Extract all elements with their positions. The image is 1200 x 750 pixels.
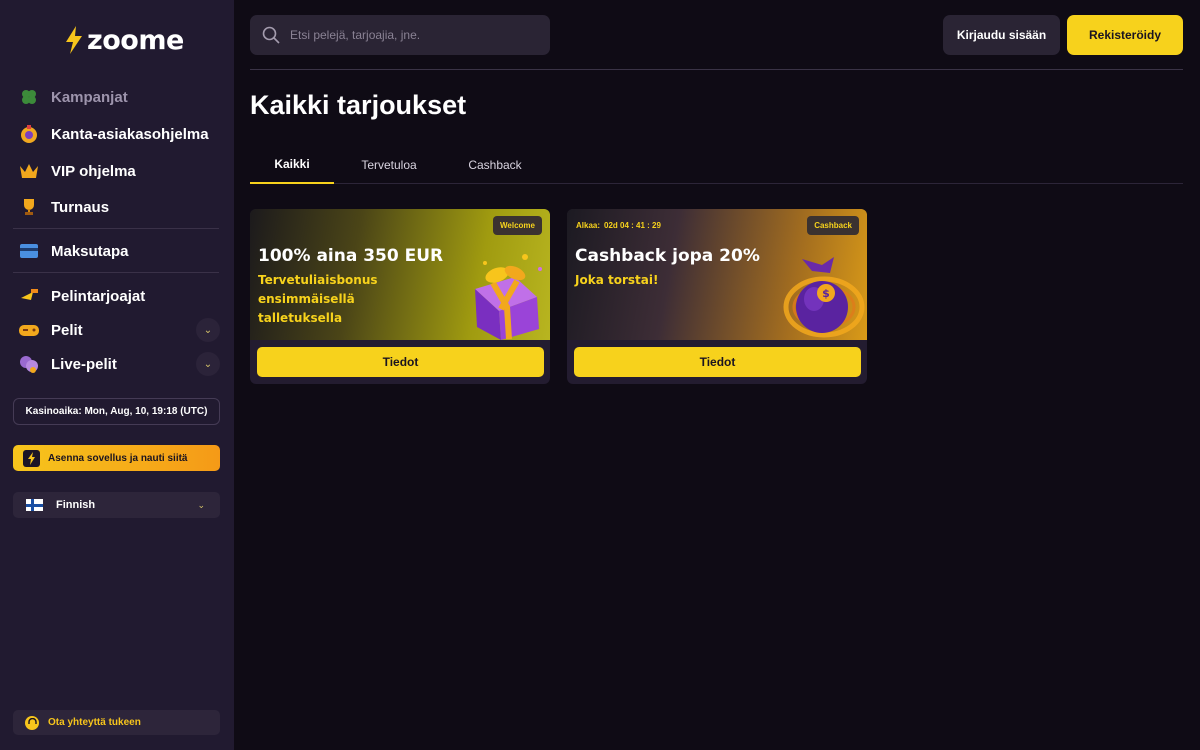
bolt-icon	[66, 26, 82, 54]
sidebar-item-label: Pelintarjoajat	[51, 287, 146, 305]
sidebar-item-vip[interactable]: VIP ohjelma	[18, 156, 220, 186]
offer-card: Alkaa: 02d 04 : 41 : 29 Cashback Cashback…	[567, 209, 867, 384]
header-divider	[250, 69, 1183, 70]
offer-title: Cashback jopa 20%	[575, 246, 760, 266]
search-input[interactable]	[290, 28, 530, 42]
sidebar-item-turnaus[interactable]: Turnaus	[18, 192, 220, 222]
sidebar-item-label: Turnaus	[51, 198, 110, 216]
finland-flag-icon	[26, 499, 43, 511]
sidebar-item-pelintarjoajat[interactable]: Pelintarjoajat	[18, 281, 220, 311]
headset-icon	[25, 715, 39, 730]
search-bar[interactable]	[250, 15, 550, 55]
bolt-icon	[23, 449, 40, 467]
svg-text:$: $	[822, 287, 830, 300]
login-button[interactable]: Kirjaudu sisään	[943, 15, 1060, 55]
sidebar-item-label: Kanta-asiakasohjelma	[51, 125, 209, 143]
details-button[interactable]: Tiedot	[257, 347, 544, 377]
sidebar-item-label: Live-pelit	[51, 355, 117, 373]
providers-icon	[18, 285, 40, 307]
sidebar-item-maksutapa[interactable]: Maksutapa	[18, 236, 220, 266]
chevron-down-icon: ⌄	[197, 499, 205, 510]
sidebar-item-label: Maksutapa	[51, 242, 129, 260]
install-app-button[interactable]: Asenna sovellus ja nauti siitä	[13, 445, 220, 471]
language-select[interactable]: Finnish ⌄	[13, 492, 220, 518]
clover-icon	[18, 86, 40, 108]
support-label: Ota yhteyttä tukeen	[48, 717, 141, 728]
gift-box-icon	[475, 254, 542, 340]
page-title: Kaikki tarjoukset	[250, 90, 467, 120]
language-label: Finnish	[56, 499, 96, 511]
offer-banner: Welcome 100% aina 350 EUR Tervetuliaisbo…	[250, 209, 550, 340]
offer-card: Welcome 100% aina 350 EUR Tervetuliaisbo…	[250, 209, 550, 384]
sidebar: zoome Kampanjat Kanta-asiakasohjelma VIP…	[0, 0, 234, 750]
details-button[interactable]: Tiedot	[574, 347, 861, 377]
offer-subtitle: Joka torstai!	[575, 273, 659, 287]
register-button[interactable]: Rekisteröidy	[1067, 15, 1183, 55]
chevron-down-icon[interactable]: ⌄	[196, 318, 220, 342]
gamepad-icon	[18, 319, 40, 341]
live-icon	[18, 353, 40, 375]
sidebar-item-kanta-asiakasohjelma[interactable]: Kanta-asiakasohjelma	[18, 119, 220, 149]
search-icon	[262, 26, 280, 44]
offer-tabs: Kaikki Tervetuloa Cashback	[250, 146, 1183, 184]
install-app-label: Asenna sovellus ja nauti siitä	[48, 452, 188, 464]
offer-banner: Alkaa: 02d 04 : 41 : 29 Cashback Cashback…	[567, 209, 867, 340]
sidebar-divider	[13, 272, 219, 273]
loyalty-icon	[18, 123, 40, 145]
tab-cashback[interactable]: Cashback	[455, 146, 535, 184]
trophy-icon	[18, 196, 40, 218]
money-bag-icon: $	[783, 257, 865, 338]
casino-time: Kasinoaika: Mon, Aug, 10, 19:18 (UTC)	[13, 398, 220, 425]
sidebar-item-live-pelit[interactable]: Live-pelit ⌄	[18, 349, 220, 379]
offer-timer: Alkaa: 02d 04 : 41 : 29	[576, 221, 665, 230]
support-button[interactable]: Ota yhteyttä tukeen	[13, 710, 220, 735]
chevron-down-icon[interactable]: ⌄	[196, 352, 220, 376]
timer-label: Alkaa:	[576, 221, 601, 230]
tab-kaikki[interactable]: Kaikki	[250, 146, 334, 184]
sidebar-item-label: VIP ohjelma	[51, 162, 136, 180]
sidebar-item-kampanjat[interactable]: Kampanjat	[18, 82, 220, 112]
logo[interactable]: zoome	[64, 24, 184, 56]
sidebar-item-label: Pelit	[51, 321, 83, 339]
tab-tervetuloa[interactable]: Tervetuloa	[350, 146, 428, 184]
offer-badge: Cashback	[807, 216, 859, 235]
timer-value: 02d 04 : 41 : 29	[604, 221, 661, 230]
logo-text: zoome	[87, 24, 184, 56]
sidebar-divider	[13, 228, 219, 229]
crown-icon	[18, 160, 40, 182]
sidebar-item-pelit[interactable]: Pelit ⌄	[18, 315, 220, 345]
sidebar-item-label: Kampanjat	[51, 88, 128, 106]
offer-subtitle: Tervetuliaisbonus ensimmäisellä talletuk…	[258, 273, 378, 325]
offer-title: 100% aina 350 EUR	[258, 246, 444, 266]
card-icon	[18, 240, 40, 262]
offer-badge: Welcome	[493, 216, 542, 235]
